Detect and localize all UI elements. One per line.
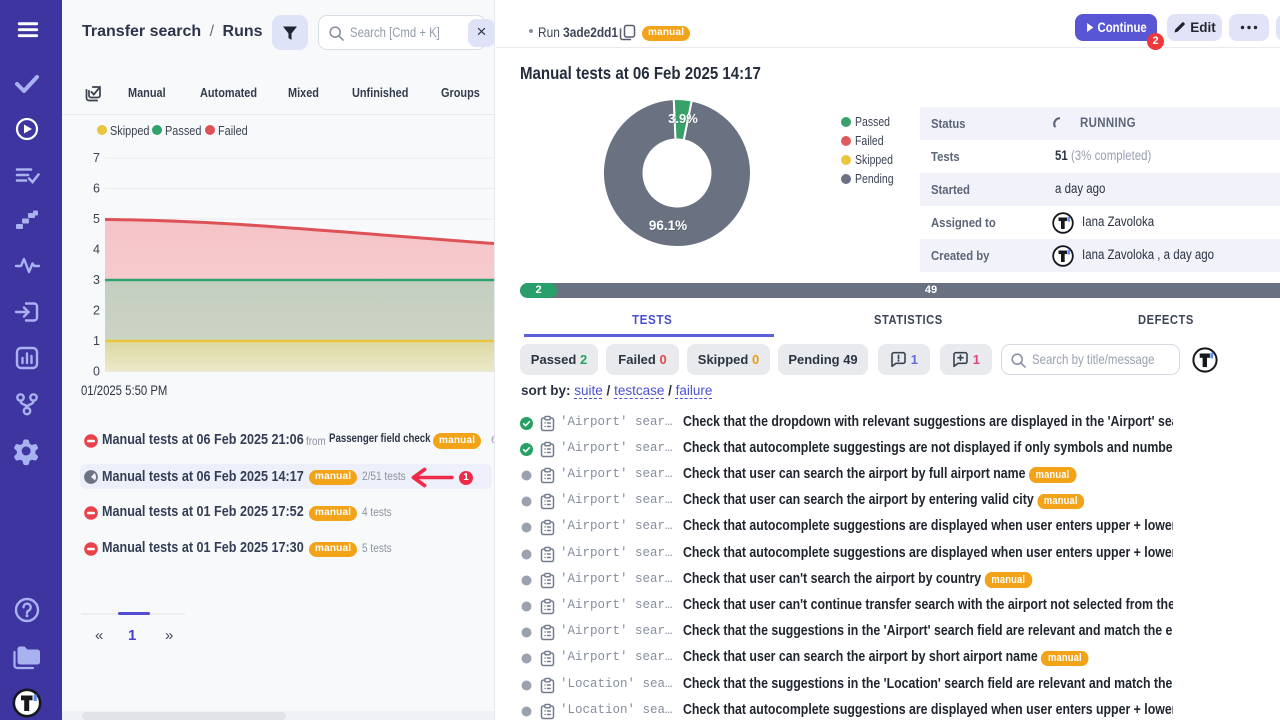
svg-text:1: 1	[93, 334, 100, 348]
svg-text:0: 0	[93, 365, 100, 379]
svg-text:3.9%: 3.9%	[668, 111, 698, 126]
svg-text:5: 5	[93, 212, 100, 226]
svg-text:3: 3	[93, 273, 100, 287]
svg-text:4: 4	[93, 243, 100, 257]
svg-text:2: 2	[93, 304, 100, 318]
svg-text:7: 7	[93, 151, 100, 165]
svg-text:96.1%: 96.1%	[649, 218, 687, 233]
svg-text:6: 6	[93, 182, 100, 196]
